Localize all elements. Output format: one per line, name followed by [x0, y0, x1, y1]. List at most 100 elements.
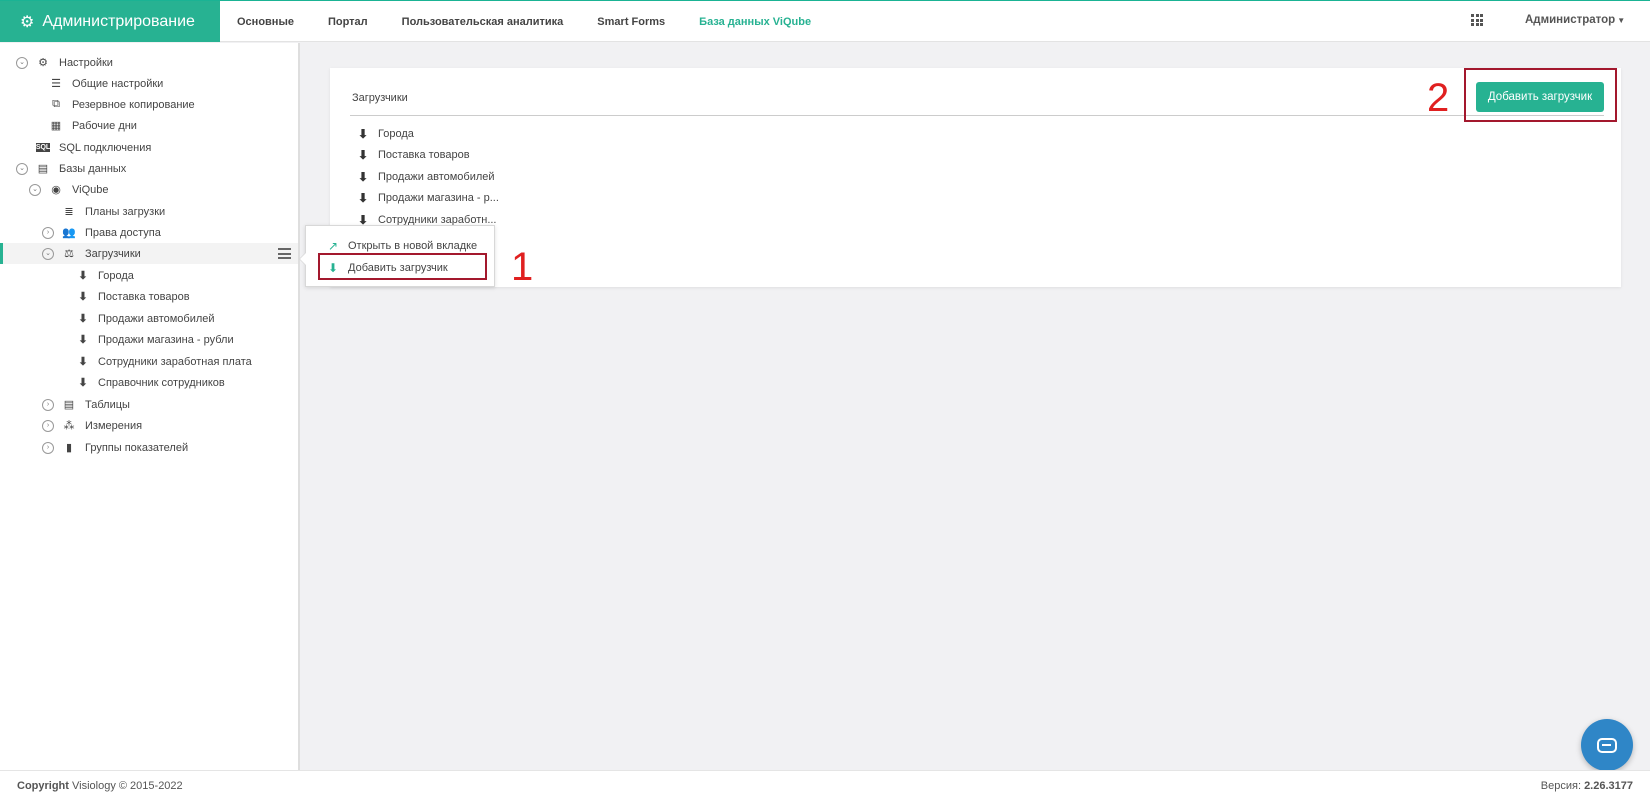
collapse-toggle-icon[interactable]: ⌄	[29, 183, 41, 196]
tree-label: Права доступа	[85, 226, 161, 239]
arrow-down-icon: ⬇	[78, 291, 88, 303]
highlight-box-1	[318, 253, 487, 280]
loaders-icon: ⚖	[64, 248, 74, 260]
tree-label: Планы загрузки	[85, 205, 166, 218]
dimensions-icon: ⁂	[63, 420, 75, 432]
chat-bubble-icon	[1597, 737, 1617, 753]
gear-icon: ⚙	[38, 57, 48, 69]
tree-label: Базы данных	[59, 162, 127, 175]
tree-item-sql[interactable]: SQL SQL подключения	[0, 137, 298, 158]
caret-down-icon: ▼	[1617, 16, 1626, 25]
expand-toggle-icon[interactable]: ›	[42, 419, 54, 432]
user-menu[interactable]: Администратор ▼	[1525, 14, 1625, 26]
arrow-down-icon: ⬇	[357, 148, 369, 163]
tree-item-indicator-groups[interactable]: › ▮ Группы показателей	[0, 437, 298, 458]
tree-item-viqube[interactable]: ⌄ ◉ ViQube	[0, 179, 298, 200]
nav-osnovnye[interactable]: Основные	[237, 16, 294, 28]
nav-viqube-db[interactable]: База данных ViQube	[699, 16, 811, 28]
tree-label: Резервное копирование	[72, 98, 195, 111]
arrow-down-icon: ⬇	[78, 270, 88, 282]
tree-item-access[interactable]: › 👥 Права доступа	[0, 222, 298, 243]
tree-item-settings[interactable]: ⌄ ⚙ Настройки	[0, 52, 298, 73]
nav-user-analytics[interactable]: Пользовательская аналитика	[402, 16, 564, 28]
tree-item-loaders[interactable]: ⌄ ⚖ Загрузчики	[0, 243, 298, 264]
tree-item-loader-goroda[interactable]: ⬇ Города	[0, 265, 298, 286]
calendar-icon: ▦	[50, 120, 62, 132]
arrow-down-icon: ⬇	[78, 356, 88, 368]
tree-item-load-plans[interactable]: ≣ Планы загрузки	[0, 201, 298, 222]
tree-label: Настройки	[59, 56, 113, 69]
arrow-down-icon: ⬇	[357, 126, 369, 141]
expand-toggle-icon[interactable]: ›	[42, 226, 54, 239]
footer: Copyright Visiology © 2015-2022 Версия: …	[0, 770, 1650, 800]
list-item[interactable]: ⬇ Продажи магазина - р...	[357, 188, 499, 210]
tree-item-loader-postavka[interactable]: ⬇ Поставка товаров	[0, 286, 298, 307]
annotation-number-2: 2	[1427, 76, 1450, 120]
tree-label: Продажи магазина - рубли	[98, 333, 234, 346]
users-icon: 👥	[62, 227, 76, 239]
tables-icon: ▤	[63, 399, 75, 411]
tree-label: Общие настройки	[72, 77, 164, 90]
main-nav: Основные Портал Пользовательская аналити…	[237, 1, 845, 42]
menu-item-label: Открыть в новой вкладке	[348, 240, 478, 252]
external-link-icon: ↗	[327, 239, 339, 253]
tree-item-tables[interactable]: › ▤ Таблицы	[0, 394, 298, 415]
tree-label: Группы показателей	[85, 441, 189, 454]
top-bar: ⚙ Администрирование Основные Портал Поль…	[0, 0, 1650, 42]
database-icon: ◉	[51, 184, 61, 196]
annotation-number-1: 1	[511, 245, 534, 289]
tree-item-databases[interactable]: ⌄ ▤ Базы данных	[0, 158, 298, 179]
bar-chart-icon: ▮	[65, 442, 73, 454]
list-item[interactable]: ⬇ Города	[357, 123, 499, 145]
panel-title: Загрузчики	[352, 92, 408, 104]
apps-grid-icon[interactable]	[1471, 14, 1483, 26]
tree-item-workdays[interactable]: ▦ Рабочие дни	[0, 115, 298, 136]
sql-icon: SQL	[35, 143, 51, 152]
list-item-label: Поставка товаров	[378, 149, 470, 162]
tree-label: Сотрудники заработная плата	[98, 355, 252, 368]
arrow-down-icon: ⬇	[78, 334, 88, 346]
tree-label: Продажи автомобилей	[98, 312, 215, 325]
arrow-down-icon: ⬇	[78, 377, 88, 389]
sliders-icon: ☰	[51, 78, 61, 90]
highlight-box-2	[1464, 68, 1617, 122]
tree-item-general-settings[interactable]: ☰ Общие настройки	[0, 73, 298, 94]
server-icon: ≣	[64, 206, 74, 218]
tree-item-loader-magazin[interactable]: ⬇ Продажи магазина - рубли	[0, 329, 298, 350]
menu-item-open-new-tab[interactable]: ↗ Открыть в новой вкладке	[326, 238, 477, 254]
copyright-label: Copyright	[17, 780, 69, 792]
list-item-label: Города	[378, 127, 414, 140]
list-item-label: Продажи автомобилей	[378, 170, 495, 183]
list-item-label: Продажи магазина - р...	[378, 192, 499, 205]
version-number: 2.26.3177	[1584, 780, 1633, 792]
tree-label: Справочник сотрудников	[98, 376, 225, 389]
sidebar-tree: ⌄ ⚙ Настройки ☰ Общие настройки ⧉ Резерв…	[0, 43, 300, 770]
list-item[interactable]: ⬇ Поставка товаров	[357, 145, 499, 167]
tree-label: Поставка товаров	[98, 290, 190, 303]
nav-portal[interactable]: Портал	[328, 16, 368, 28]
version: Версия: 2.26.3177	[1541, 780, 1633, 792]
hamburger-menu-icon[interactable]	[278, 248, 291, 259]
collapse-toggle-icon[interactable]: ⌄	[16, 162, 28, 175]
tree-item-loader-zarplata[interactable]: ⬇ Сотрудники заработная плата	[0, 351, 298, 372]
expand-toggle-icon[interactable]: ›	[42, 441, 54, 454]
collapse-toggle-icon[interactable]: ⌄	[42, 247, 54, 260]
tree-item-loader-spravochnik[interactable]: ⬇ Справочник сотрудников	[0, 372, 298, 393]
expand-toggle-icon[interactable]: ›	[42, 398, 54, 411]
copyright-text: Visiology © 2015-2022	[72, 780, 183, 792]
tree-item-loader-avto[interactable]: ⬇ Продажи автомобилей	[0, 308, 298, 329]
nav-smart-forms[interactable]: Smart Forms	[597, 16, 665, 28]
tree-label: Таблицы	[85, 398, 130, 411]
collapse-toggle-icon[interactable]: ⌄	[16, 56, 28, 69]
version-label: Версия:	[1540, 780, 1581, 792]
tree-item-backup[interactable]: ⧉ Резервное копирование	[0, 94, 298, 115]
brand[interactable]: ⚙ Администрирование	[0, 1, 220, 42]
tree-label: Измерения	[85, 419, 143, 432]
tree-item-dimensions[interactable]: › ⁂ Измерения	[0, 415, 298, 436]
tree-label: SQL подключения	[59, 141, 152, 154]
tree-label: Загрузчики	[85, 247, 141, 260]
chat-button[interactable]	[1581, 719, 1633, 771]
gears-icon: ⚙	[20, 13, 35, 31]
list-item[interactable]: ⬇ Продажи автомобилей	[357, 166, 499, 188]
user-name: Администратор	[1525, 14, 1616, 26]
